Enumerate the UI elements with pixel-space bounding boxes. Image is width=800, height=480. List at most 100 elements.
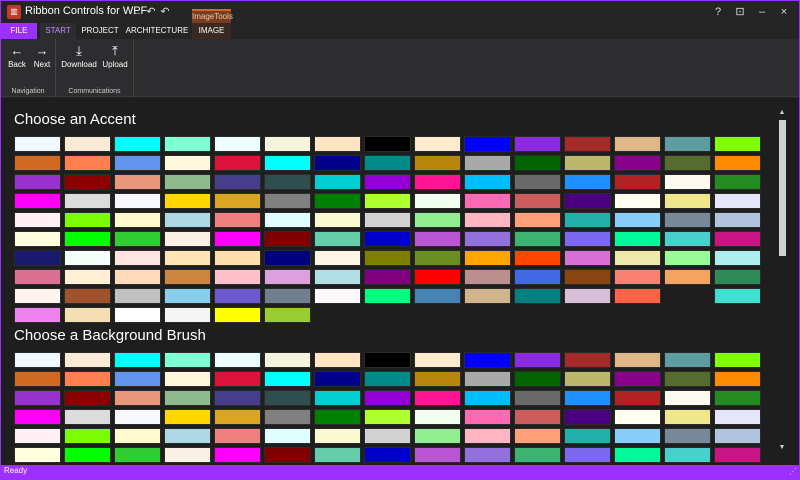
accent-swatch[interactable] <box>614 174 661 190</box>
background-swatch[interactable] <box>364 390 411 406</box>
background-swatch[interactable] <box>564 428 611 444</box>
background-swatch[interactable] <box>564 390 611 406</box>
background-swatch[interactable] <box>464 390 511 406</box>
accent-swatch[interactable] <box>14 288 61 304</box>
accent-swatch[interactable] <box>164 174 211 190</box>
accent-swatch[interactable] <box>14 231 61 247</box>
background-swatch[interactable] <box>114 390 161 406</box>
accent-swatch[interactable] <box>714 174 761 190</box>
accent-swatch[interactable] <box>364 231 411 247</box>
background-swatch[interactable] <box>614 409 661 425</box>
background-swatch[interactable] <box>664 447 711 463</box>
accent-swatch[interactable] <box>114 307 161 323</box>
accent-swatch[interactable] <box>614 288 661 304</box>
background-swatch[interactable] <box>364 409 411 425</box>
accent-swatch[interactable] <box>264 212 311 228</box>
background-swatch[interactable] <box>464 409 511 425</box>
background-swatch[interactable] <box>164 447 211 463</box>
background-swatch[interactable] <box>264 428 311 444</box>
background-swatch[interactable] <box>614 371 661 387</box>
accent-swatch[interactable] <box>14 269 61 285</box>
accent-swatch[interactable] <box>364 269 411 285</box>
accent-swatch[interactable] <box>114 174 161 190</box>
accent-swatch[interactable] <box>714 155 761 171</box>
accent-swatch[interactable] <box>64 269 111 285</box>
accent-swatch[interactable] <box>14 193 61 209</box>
accent-swatch[interactable] <box>464 269 511 285</box>
accent-swatch[interactable] <box>114 231 161 247</box>
background-swatch[interactable] <box>314 447 361 463</box>
accent-swatch[interactable] <box>14 307 61 323</box>
accent-swatch[interactable] <box>164 307 211 323</box>
tab-image[interactable]: IMAGE <box>192 23 231 39</box>
background-swatch[interactable] <box>64 390 111 406</box>
background-swatch[interactable] <box>114 409 161 425</box>
background-swatch[interactable] <box>14 371 61 387</box>
background-swatch[interactable] <box>714 371 761 387</box>
background-swatch[interactable] <box>264 409 311 425</box>
background-swatch[interactable] <box>614 447 661 463</box>
accent-swatch[interactable] <box>564 193 611 209</box>
background-swatch[interactable] <box>64 409 111 425</box>
background-swatch[interactable] <box>114 352 161 368</box>
accent-swatch[interactable] <box>264 193 311 209</box>
background-swatch[interactable] <box>264 390 311 406</box>
accent-swatch[interactable] <box>114 136 161 152</box>
accent-swatch[interactable] <box>214 212 261 228</box>
accent-swatch[interactable] <box>314 231 361 247</box>
background-swatch[interactable] <box>664 390 711 406</box>
accent-swatch[interactable] <box>364 136 411 152</box>
accent-swatch[interactable] <box>414 155 461 171</box>
accent-swatch[interactable] <box>164 250 211 266</box>
accent-swatch[interactable] <box>414 193 461 209</box>
background-swatch[interactable] <box>514 409 561 425</box>
background-swatch[interactable] <box>714 390 761 406</box>
background-swatch[interactable] <box>564 371 611 387</box>
accent-swatch[interactable] <box>414 288 461 304</box>
accent-swatch[interactable] <box>564 212 611 228</box>
accent-swatch[interactable] <box>314 288 361 304</box>
accent-swatch[interactable] <box>264 269 311 285</box>
accent-swatch[interactable] <box>514 212 561 228</box>
background-swatch[interactable] <box>564 409 611 425</box>
accent-swatch[interactable] <box>214 231 261 247</box>
accent-swatch[interactable] <box>164 288 211 304</box>
accent-swatch[interactable] <box>64 155 111 171</box>
background-swatch[interactable] <box>714 447 761 463</box>
background-swatch[interactable] <box>314 352 361 368</box>
background-swatch[interactable] <box>364 428 411 444</box>
background-swatch[interactable] <box>214 428 261 444</box>
help-icon[interactable]: ? <box>707 4 729 20</box>
accent-swatch[interactable] <box>214 193 261 209</box>
accent-swatch[interactable] <box>414 212 461 228</box>
accent-swatch[interactable] <box>664 212 711 228</box>
background-swatch[interactable] <box>64 352 111 368</box>
ribbon-display-icon[interactable]: ⊡ <box>729 4 751 20</box>
background-swatch[interactable] <box>14 409 61 425</box>
accent-swatch[interactable] <box>664 174 711 190</box>
background-swatch[interactable] <box>314 390 361 406</box>
qat-undo-icon[interactable]: ↶ <box>145 4 157 20</box>
scroll-thumb[interactable] <box>779 120 786 256</box>
accent-swatch[interactable] <box>514 288 561 304</box>
scroll-up-icon[interactable]: ▲ <box>777 108 787 118</box>
background-swatch[interactable] <box>14 390 61 406</box>
background-swatch[interactable] <box>464 447 511 463</box>
accent-swatch[interactable] <box>514 155 561 171</box>
background-swatch[interactable] <box>614 390 661 406</box>
background-swatch[interactable] <box>364 447 411 463</box>
accent-swatch[interactable] <box>614 212 661 228</box>
background-swatch[interactable] <box>414 352 461 368</box>
background-swatch[interactable] <box>464 428 511 444</box>
accent-swatch[interactable] <box>164 231 211 247</box>
accent-swatch[interactable] <box>414 250 461 266</box>
background-swatch[interactable] <box>264 447 311 463</box>
accent-swatch[interactable] <box>664 288 711 304</box>
accent-swatch[interactable] <box>164 136 211 152</box>
accent-swatch[interactable] <box>314 193 361 209</box>
accent-swatch[interactable] <box>264 174 311 190</box>
accent-swatch[interactable] <box>514 193 561 209</box>
accent-swatch[interactable] <box>614 193 661 209</box>
accent-swatch[interactable] <box>114 288 161 304</box>
resize-grip-icon[interactable]: ⋰ <box>789 467 797 476</box>
